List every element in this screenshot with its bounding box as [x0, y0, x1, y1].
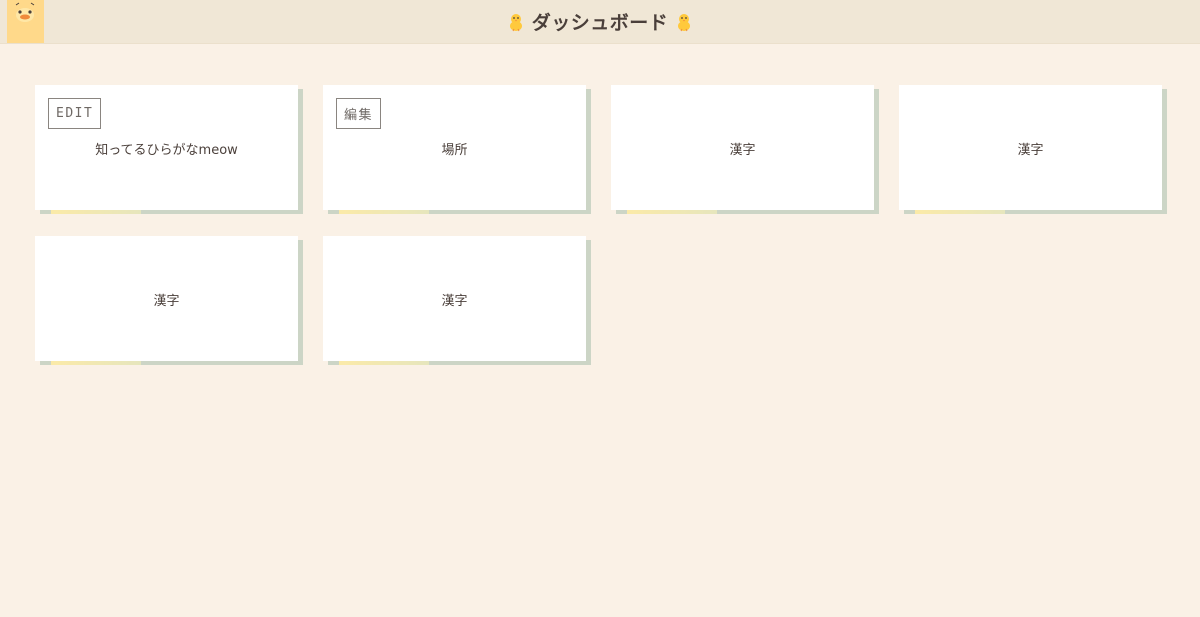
dashboard-card[interactable]: 編集 場所	[323, 85, 586, 214]
dashboard-card[interactable]: 漢字	[611, 85, 874, 214]
edit-button[interactable]: EDIT	[48, 98, 102, 129]
dashboard-card[interactable]: 漢字	[899, 85, 1162, 214]
dashboard-card[interactable]: EDIT 知ってるひらがなmeow	[35, 85, 298, 214]
dashboard-card[interactable]: 漢字	[35, 236, 298, 365]
baby-chick-icon	[678, 13, 691, 31]
baby-chick-icon	[509, 13, 522, 31]
card-label: 場所	[441, 143, 468, 158]
top-header: ダッシュボード	[0, 0, 1200, 44]
edit-button[interactable]: 編集	[336, 98, 382, 129]
card-label: 漢字	[441, 294, 468, 309]
dashboard-card[interactable]: 漢字	[323, 236, 586, 365]
card-label: 漢字	[153, 294, 180, 309]
title-wrap: ダッシュボード	[0, 0, 1200, 43]
card-label: 漢字	[1017, 143, 1044, 158]
card-label: 知ってるひらがなmeow	[95, 143, 238, 158]
page-title: ダッシュボード	[531, 12, 669, 34]
card-label: 漢字	[729, 143, 756, 158]
